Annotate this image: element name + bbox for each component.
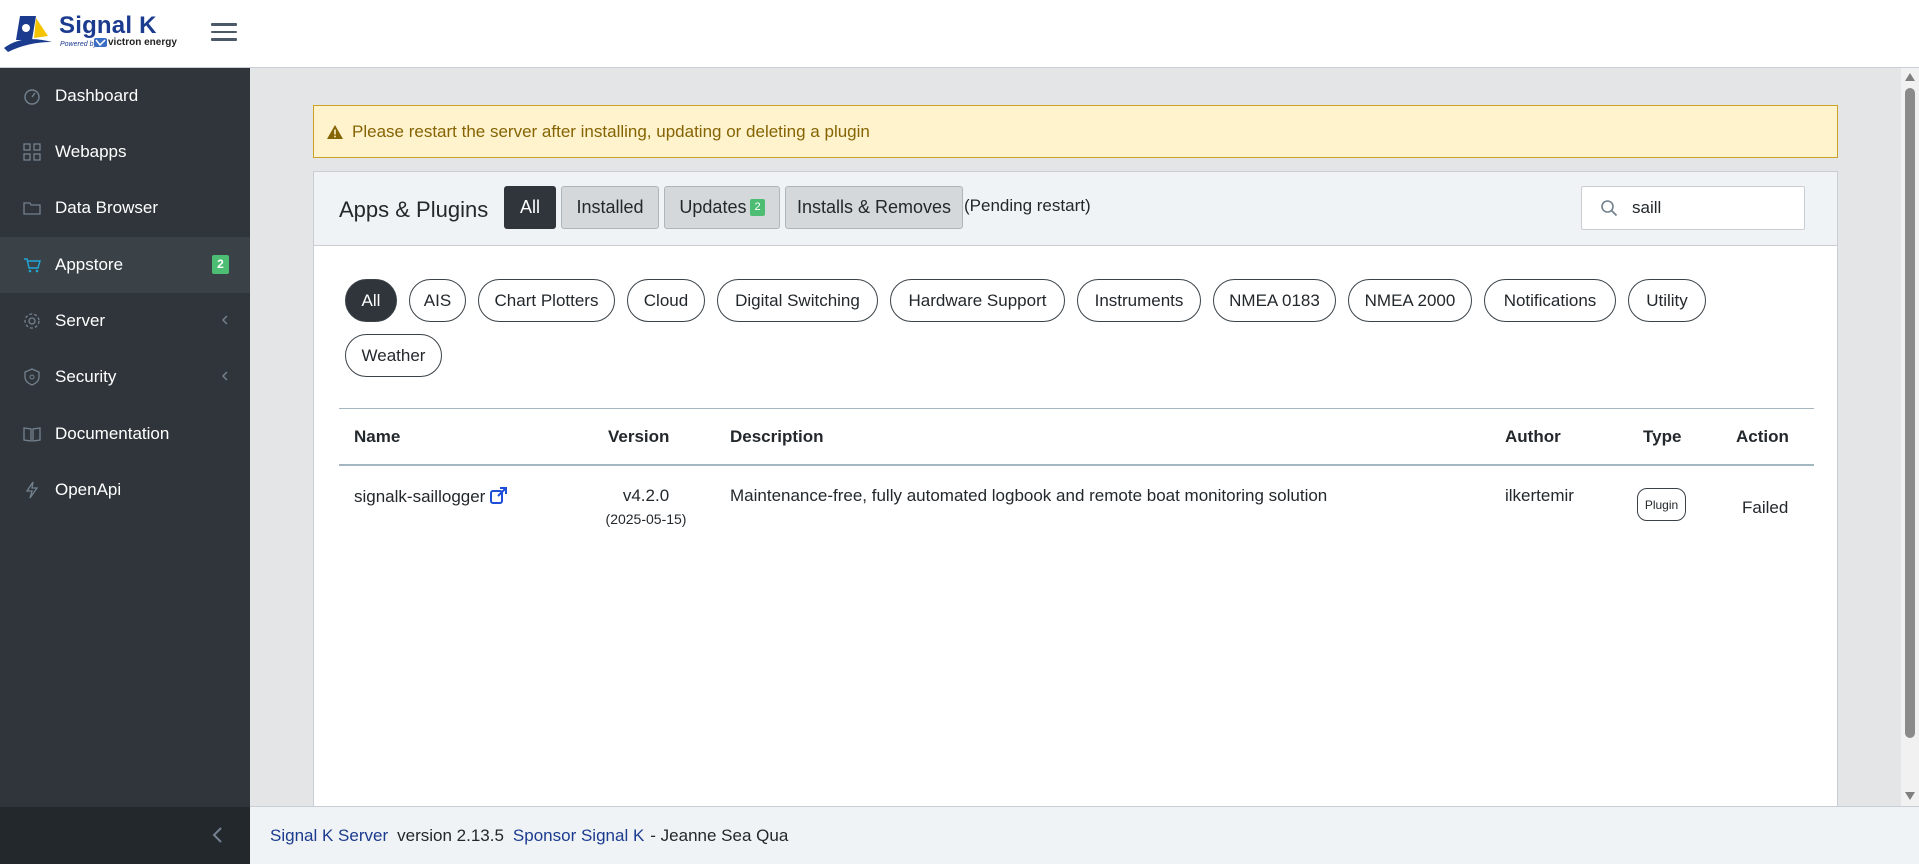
category-chart-plotters[interactable]: Chart Plotters [478, 279, 615, 322]
updates-badge: 2 [750, 199, 765, 216]
sponsor-link[interactable]: Sponsor Signal K [513, 826, 644, 846]
sidebar-item-label: Data Browser [55, 198, 158, 217]
signalk-logo[interactable]: Signal K Powered by victron energy [2, 10, 192, 52]
sidebar-item-label: OpenApi [55, 480, 122, 499]
plugin-type-badge: Plugin [1637, 488, 1686, 521]
column-type: Type [1643, 427, 1682, 446]
plugin-name: signalk-saillogger [354, 487, 486, 506]
main-scrollbar[interactable] [1901, 68, 1919, 806]
signalk-server-link[interactable]: Signal K Server [270, 826, 388, 846]
sidebar-item-appstore[interactable]: Appstore 2 [0, 237, 250, 293]
category-nmea-2000[interactable]: NMEA 2000 [1348, 279, 1472, 322]
page-title: Apps & Plugins [339, 197, 489, 222]
appstore-badge: 2 [212, 255, 229, 274]
alert-text: Please restart the server after installi… [352, 121, 870, 141]
gear-icon [24, 313, 40, 329]
table-row: signalk-saillogger v4.2.0 (2025-05-15) M… [339, 468, 1814, 538]
card-header: Apps & Plugins All Installed Updates 2 I… [314, 172, 1837, 246]
page-footer: Signal K Server version 2.13.5 Sponsor S… [250, 806, 1919, 864]
sidebar-item-data-browser[interactable]: Data Browser [0, 180, 250, 236]
plugin-action-status: Failed [1742, 498, 1789, 517]
column-description: Description [730, 427, 824, 446]
sidebar-item-security[interactable]: Security [0, 349, 250, 405]
chevron-left-icon [221, 315, 228, 325]
sidebar-item-openapi[interactable]: OpenApi [0, 462, 250, 518]
folder-icon [23, 202, 41, 215]
grid-icon [23, 143, 41, 161]
column-author: Author [1505, 427, 1561, 446]
sidebar-item-label: Security [55, 367, 117, 386]
plugin-name-cell: signalk-saillogger [354, 486, 508, 507]
search-icon [1601, 200, 1618, 217]
plugin-version: v4.2.0 [622, 486, 670, 505]
powered-by-label: Powered by [60, 41, 97, 48]
category-all[interactable]: All [345, 279, 397, 322]
scroll-down-arrow-icon[interactable] [1905, 792, 1915, 800]
plugin-release-date: (2025-05-15) [605, 511, 687, 527]
sponsor-text: - Jeanne Sea Qua [650, 825, 789, 845]
plugin-author: ilkertemir [1505, 486, 1574, 505]
tab-installs-removes[interactable]: Installs & Removes [785, 186, 963, 229]
table-header: Name Version Description Author Type Act… [339, 408, 1814, 466]
column-name: Name [354, 427, 401, 446]
scroll-thumb[interactable] [1905, 88, 1915, 738]
category-hardware-support[interactable]: Hardware Support [890, 279, 1065, 322]
tab-updates-label: Updates [679, 197, 747, 217]
speedometer-icon [24, 89, 40, 105]
basket-icon [24, 258, 41, 273]
column-action: Action [1736, 427, 1789, 446]
signalk-logo-icon [4, 16, 52, 52]
apps-plugins-card: Apps & Plugins All Installed Updates 2 I… [313, 171, 1838, 806]
partner-name: victron energy [108, 37, 177, 48]
external-link-icon[interactable] [489, 486, 508, 505]
sidebar: Dashboard Webapps Data Browser Appstore … [0, 68, 250, 864]
plugin-description: Maintenance-free, fully automated logboo… [730, 486, 1328, 505]
menu-toggle-icon[interactable] [211, 20, 237, 46]
warning-icon [327, 124, 343, 139]
sidebar-item-documentation[interactable]: Documentation [0, 406, 250, 462]
category-weather[interactable]: Weather [345, 334, 442, 377]
victron-icon [94, 38, 107, 47]
sidebar-footer [0, 807, 250, 864]
sidebar-item-label: Documentation [55, 424, 170, 443]
search-box[interactable] [1581, 186, 1805, 230]
shield-icon [24, 368, 40, 386]
sidebar-item-label: Webapps [55, 142, 127, 161]
pending-restart-label: (Pending restart) [964, 196, 1091, 215]
bolt-icon [25, 481, 39, 499]
category-notifications[interactable]: Notifications [1484, 279, 1616, 322]
top-header: Signal K Powered by victron energy [0, 0, 1919, 68]
tab-updates[interactable]: Updates 2 [664, 186, 780, 229]
server-version: version 2.13.5 [397, 825, 504, 845]
book-icon [23, 427, 41, 442]
sidebar-item-label: Appstore [55, 255, 124, 274]
category-utility[interactable]: Utility [1628, 279, 1706, 322]
brand-name: Signal K [59, 12, 157, 39]
category-cloud[interactable]: Cloud [627, 279, 705, 322]
sidebar-item-label: Server [55, 311, 106, 330]
sidebar-item-dashboard[interactable]: Dashboard [0, 68, 250, 124]
sidebar-collapse-icon[interactable] [210, 825, 226, 845]
category-nmea-0183[interactable]: NMEA 0183 [1213, 279, 1336, 322]
category-instruments[interactable]: Instruments [1077, 279, 1201, 322]
column-version: Version [608, 427, 670, 446]
category-digital-switching[interactable]: Digital Switching [717, 279, 878, 322]
scroll-up-arrow-icon[interactable] [1905, 73, 1915, 81]
category-ais[interactable]: AIS [409, 279, 466, 322]
main-content: Please restart the server after installi… [250, 68, 1901, 806]
tab-all[interactable]: All [504, 186, 556, 229]
sidebar-item-webapps[interactable]: Webapps [0, 124, 250, 180]
sidebar-item-server[interactable]: Server [0, 293, 250, 349]
sidebar-item-label: Dashboard [55, 86, 139, 105]
restart-alert: Please restart the server after installi… [313, 105, 1838, 158]
search-input[interactable] [1632, 195, 1797, 221]
tab-installed[interactable]: Installed [561, 186, 659, 229]
chevron-left-icon [221, 371, 228, 381]
